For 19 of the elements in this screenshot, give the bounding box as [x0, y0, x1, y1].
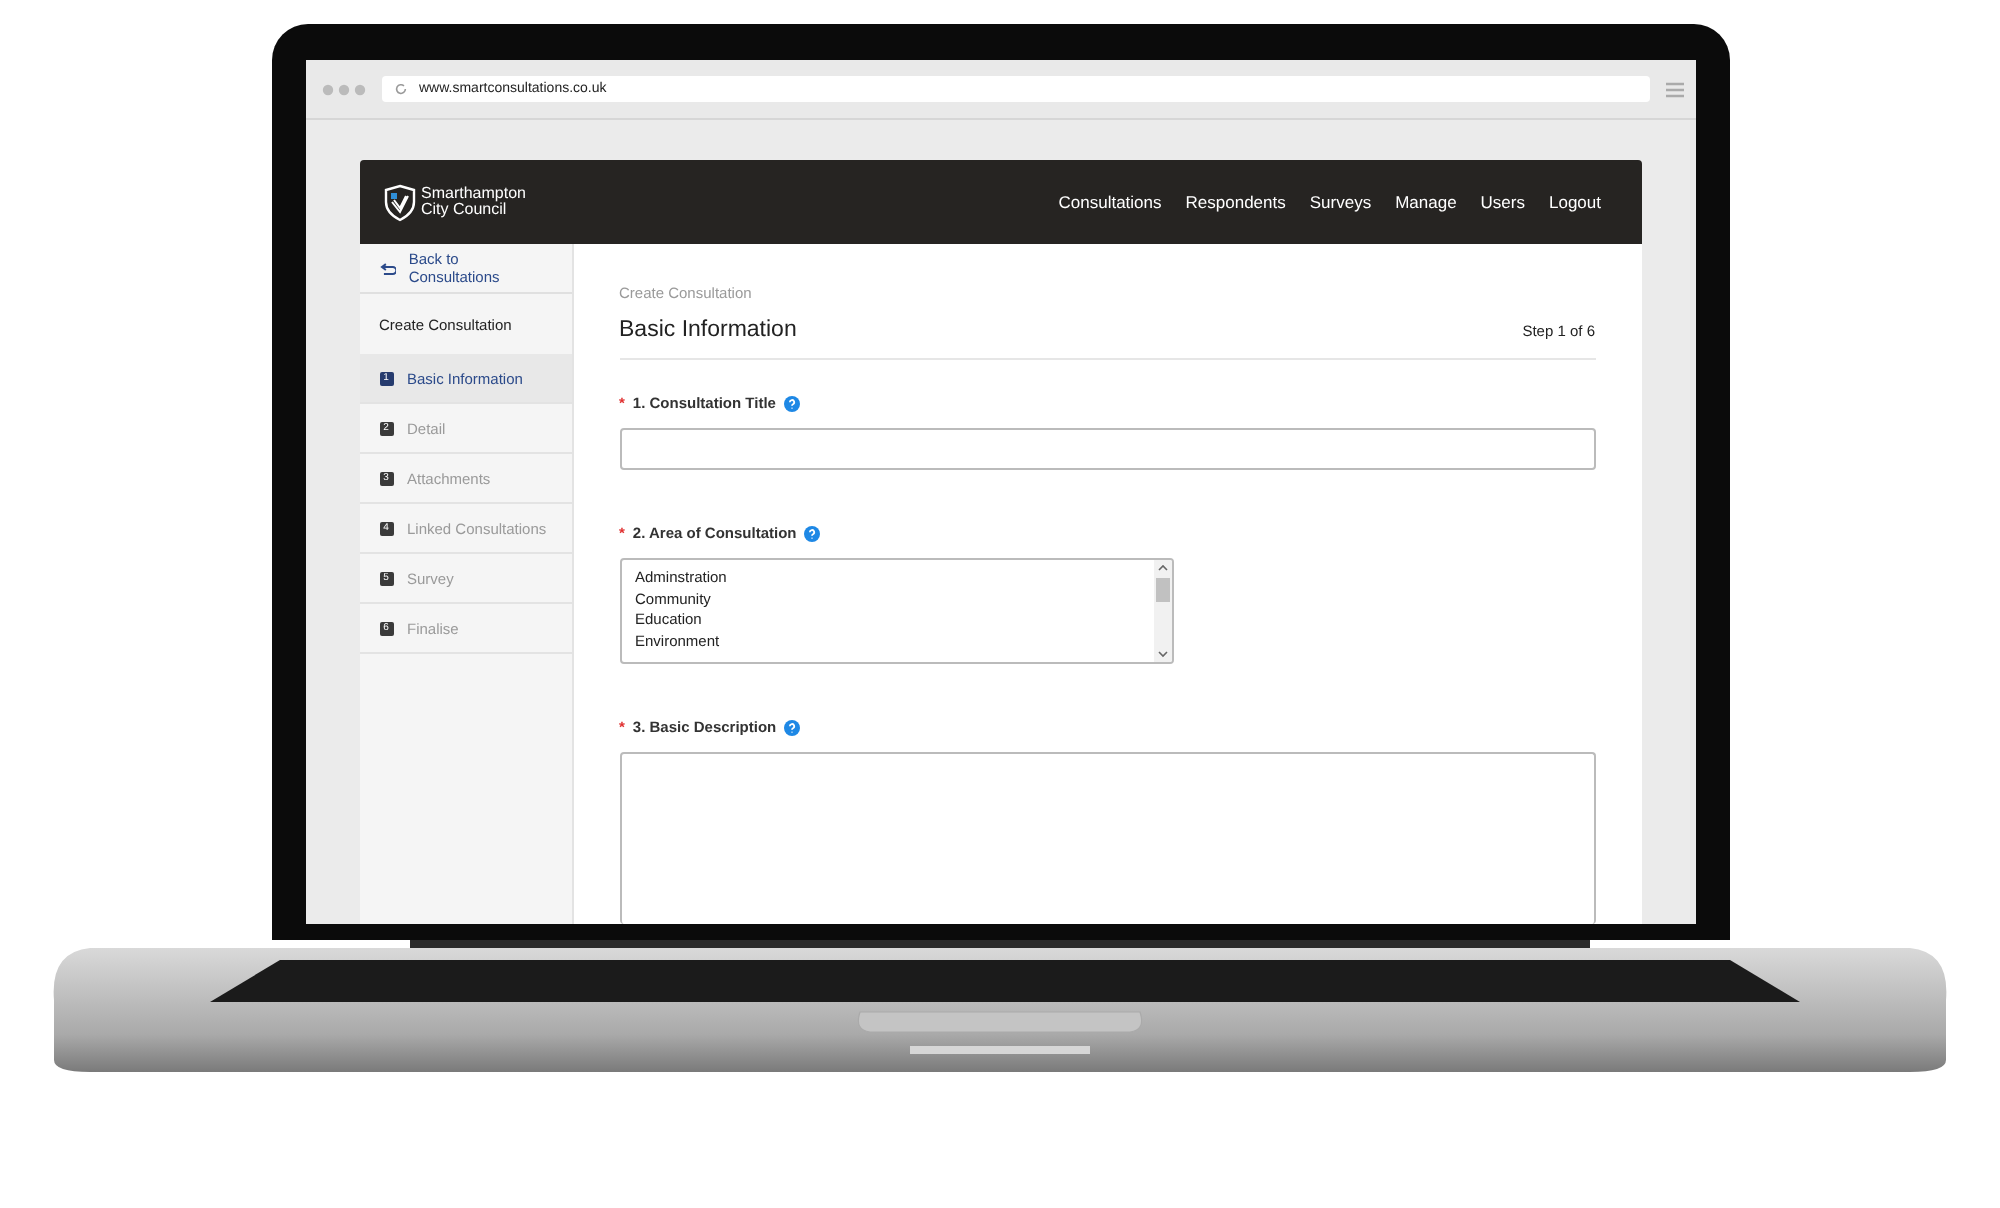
- window-dots-icon: [321, 83, 365, 95]
- title-input[interactable]: [619, 428, 1595, 470]
- nav-link[interactable]: Respondents: [1185, 192, 1286, 212]
- help-icon[interactable]: [804, 525, 821, 541]
- help-icon[interactable]: [784, 719, 801, 735]
- menu-icon[interactable]: [1665, 81, 1683, 97]
- scrollbar[interactable]: [1153, 560, 1171, 662]
- nav-link[interactable]: Logout: [1549, 192, 1601, 212]
- logo-text: City Council: [421, 202, 507, 218]
- shield-logo-icon: [383, 183, 415, 221]
- reload-icon[interactable]: [393, 82, 407, 96]
- logo-text: Smarthampton: [421, 186, 526, 202]
- nav-link[interactable]: Users: [1480, 192, 1525, 212]
- nav-link[interactable]: Manage: [1395, 192, 1457, 212]
- back-arrow-icon: [379, 261, 397, 275]
- help-icon[interactable]: [783, 395, 800, 411]
- page-title: Basic Information: [619, 318, 797, 342]
- nav-link[interactable]: Consultations: [1058, 192, 1162, 212]
- nav-link[interactable]: Surveys: [1309, 192, 1372, 212]
